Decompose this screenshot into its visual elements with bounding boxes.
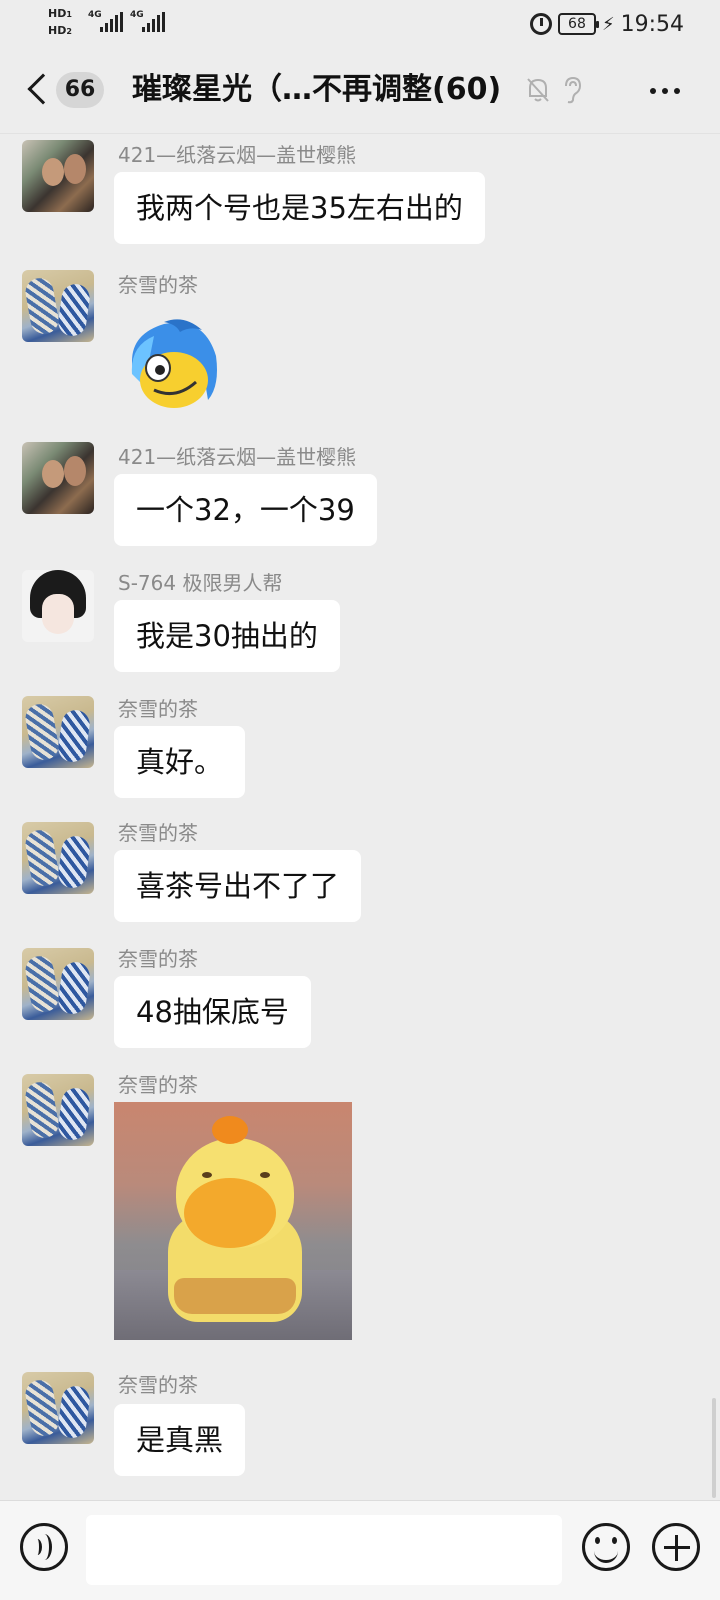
add-icon[interactable] xyxy=(652,1523,700,1571)
avatar[interactable] xyxy=(22,948,94,1020)
signal-icon-2 xyxy=(142,12,165,32)
message-bubble[interactable]: 我是30抽出的 xyxy=(114,600,340,672)
sender-name: 奈雪的茶 xyxy=(118,1073,198,1097)
sender-name: 421—纸落云烟—盖世樱熊 xyxy=(118,143,357,167)
back-icon[interactable] xyxy=(27,73,59,105)
alarm-icon xyxy=(529,13,552,35)
sender-name: 奈雪的茶 xyxy=(118,821,198,845)
voice-icon[interactable] xyxy=(20,1523,68,1571)
hd-badge-1: HD1 xyxy=(48,7,72,20)
hd-badge-2: HD2 xyxy=(48,24,72,37)
message-bubble[interactable]: 是真黑 xyxy=(114,1404,246,1476)
avatar[interactable] xyxy=(22,822,94,894)
mute-bell-icon xyxy=(527,78,549,102)
message-bubble[interactable]: 48抽保底号 xyxy=(114,976,311,1048)
message-bubble[interactable]: 一个32，一个39 xyxy=(114,474,377,546)
status-right: 68 ⚡ 19:54 xyxy=(529,10,684,38)
avatar[interactable] xyxy=(22,270,94,342)
clock: 19:54 xyxy=(620,11,684,37)
input-bar xyxy=(0,1500,720,1600)
chat-title: 璀璨星光（…不再调整(60) xyxy=(132,72,502,107)
message-input[interactable] xyxy=(86,1515,562,1585)
avatar[interactable] xyxy=(22,696,94,768)
blue-hair-face-sticker[interactable] xyxy=(124,316,220,412)
signal-icon-1 xyxy=(100,12,123,32)
sender-name: 奈雪的茶 xyxy=(118,273,198,297)
sender-name: 奈雪的茶 xyxy=(118,947,198,971)
sim-indicators: HD1 HD2 xyxy=(48,6,72,40)
chat-header: 66 璀璨星光（…不再调整(60) xyxy=(0,48,720,134)
avatar[interactable] xyxy=(22,1372,94,1444)
sender-name: 奈雪的茶 xyxy=(118,1373,198,1397)
charging-bolt-icon: ⚡ xyxy=(601,13,615,35)
avatar[interactable] xyxy=(22,140,94,212)
sender-name: 奈雪的茶 xyxy=(118,697,198,721)
message-bubble[interactable]: 我两个号也是35左右出的 xyxy=(114,172,485,244)
avatar[interactable] xyxy=(22,1074,94,1146)
more-icon[interactable] xyxy=(650,88,680,94)
sender-name: 421—纸落云烟—盖世樱熊 xyxy=(118,445,357,469)
sender-name: S-764 极限男人帮 xyxy=(118,571,283,595)
scrollbar[interactable] xyxy=(712,1398,716,1498)
ear-icon xyxy=(565,76,582,104)
message-bubble[interactable]: 喜茶号出不了了 xyxy=(114,850,362,922)
emoji-icon[interactable] xyxy=(582,1523,630,1571)
avatar[interactable] xyxy=(22,570,94,642)
avatar[interactable] xyxy=(22,442,94,514)
message-bubble[interactable]: 真好。 xyxy=(114,726,246,798)
status-bar: HD1 HD2 4G 4G 68 ⚡ 19:54 xyxy=(0,0,720,48)
battery-icon: 68 xyxy=(557,13,599,35)
capybara-sticker[interactable] xyxy=(114,1102,352,1340)
unread-count-badge[interactable]: 66 xyxy=(56,72,104,108)
